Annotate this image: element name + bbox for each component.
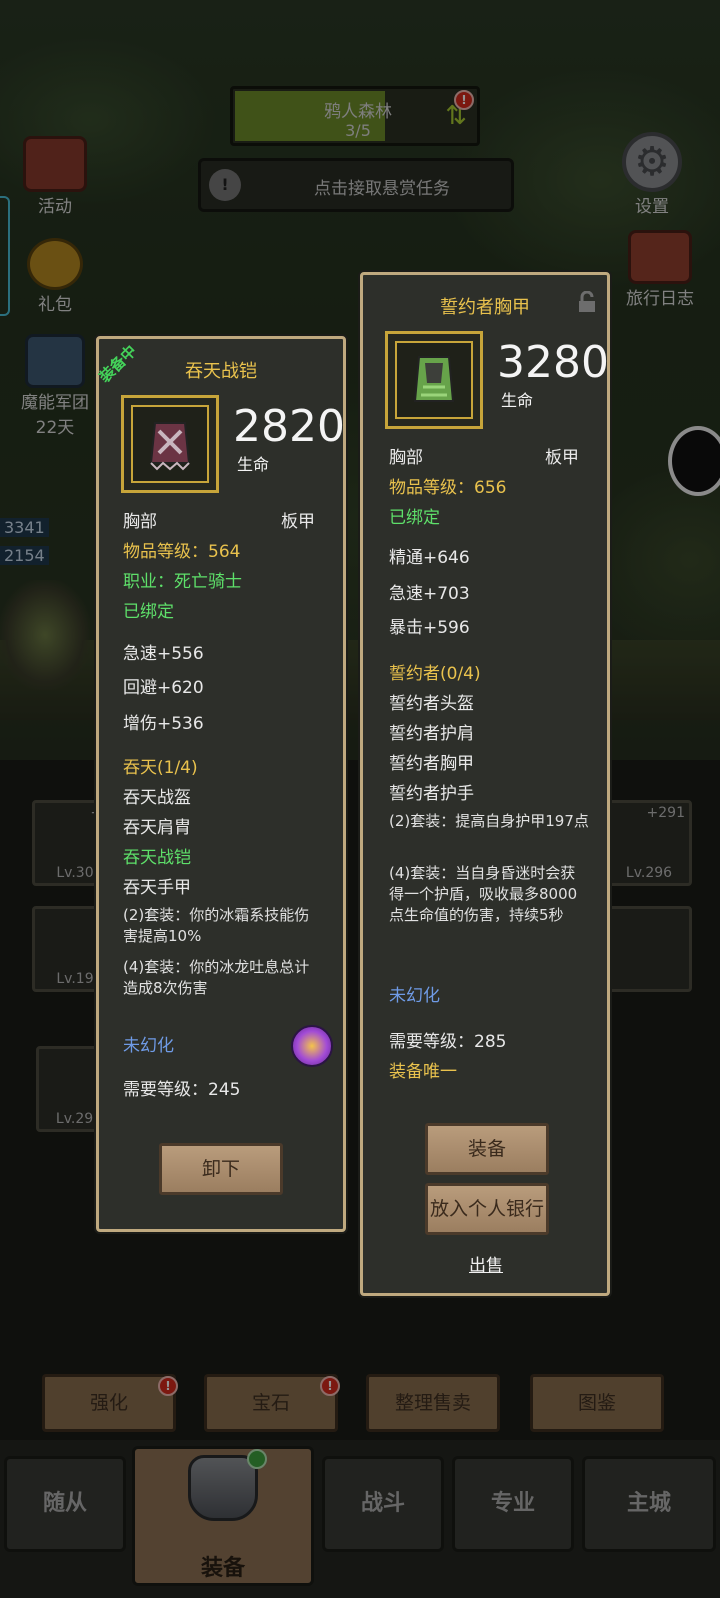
transmog-orb-icon[interactable] [291, 1025, 333, 1067]
set-bonus-2: (2)套装：你的冰霜系技能伤害提高10% [123, 906, 310, 945]
lock-icon[interactable] [577, 291, 597, 313]
item-stat: 精通+646 [389, 548, 470, 568]
item-icon-frame [121, 395, 219, 493]
item-stat: 急速+556 [123, 644, 204, 664]
item-name: 誓约者胸甲 [440, 297, 530, 318]
item-name: 吞天战铠 [185, 361, 257, 382]
item-class-requirement: 职业：死亡骑士 [123, 572, 242, 592]
equipped-item-tooltip: 装备中 吞天战铠 2820 生命 胸部 板甲 物品等级：564 职业：死亡骑士 … [96, 336, 346, 1232]
transmog-status: 未幻化 [389, 986, 440, 1006]
item-level: 物品等级：564 [123, 542, 241, 562]
item-stat: 急速+703 [389, 584, 470, 604]
set-name: 吞天(1/4) [123, 758, 198, 778]
item-slot: 胸部 [389, 448, 423, 468]
item-stat-value: 3280 [497, 337, 609, 388]
required-level: 需要等级：285 [389, 1032, 507, 1052]
set-item: 誓约者头盔 [389, 694, 474, 714]
set-bonus-4: (4)套装：当自身昏迷时会获得一个护盾，吸收最多8000点生命值的伤害，持续5秒 [389, 864, 578, 924]
item-stat-label: 生命 [237, 455, 270, 474]
chest-armor-icon [413, 356, 455, 402]
item-armor-type: 板甲 [281, 512, 315, 532]
unequip-button[interactable]: 卸下 [159, 1143, 283, 1195]
equip-button[interactable]: 装备 [425, 1123, 549, 1175]
item-stat: 暴击+596 [389, 618, 470, 638]
item-icon-frame [385, 331, 483, 429]
item-bound-status: 已绑定 [389, 508, 440, 528]
sell-link[interactable]: 出售 [469, 1251, 503, 1276]
item-bound-status: 已绑定 [123, 602, 174, 622]
transmog-status: 未幻化 [123, 1036, 174, 1056]
new-item-tooltip: 誓约者胸甲 3280 生命 胸部 板甲 物品等级：656 已绑定 精通+646 … [360, 272, 610, 1296]
set-bonus-2: (2)套装：提高自身护甲197点 [389, 812, 589, 830]
set-item-owned: 吞天战铠 [123, 848, 191, 868]
item-icon [395, 341, 473, 419]
item-level: 物品等级：656 [389, 478, 507, 498]
chest-armor-icon [149, 422, 191, 471]
item-stat: 回避+620 [123, 678, 204, 698]
set-item: 誓约者护肩 [389, 724, 474, 744]
set-item: 誓约者胸甲 [389, 754, 474, 774]
set-bonus-4: (4)套装：你的冰龙吐息总计造成8次伤害 [123, 958, 310, 997]
required-level: 需要等级：245 [123, 1080, 241, 1100]
item-stat-label: 生命 [501, 391, 534, 410]
set-item: 誓约者护手 [389, 784, 474, 804]
unique-equip: 装备唯一 [389, 1062, 457, 1082]
item-stat-value: 2820 [233, 401, 345, 452]
set-item: 吞天肩胄 [123, 818, 191, 838]
item-icon [131, 405, 209, 483]
set-name: 誓约者(0/4) [389, 664, 481, 684]
set-item: 吞天手甲 [123, 878, 191, 898]
item-stat: 增伤+536 [123, 714, 204, 734]
item-slot: 胸部 [123, 512, 157, 532]
set-item: 吞天战盔 [123, 788, 191, 808]
item-armor-type: 板甲 [545, 448, 579, 468]
store-in-bank-button[interactable]: 放入个人银行 [425, 1183, 549, 1235]
